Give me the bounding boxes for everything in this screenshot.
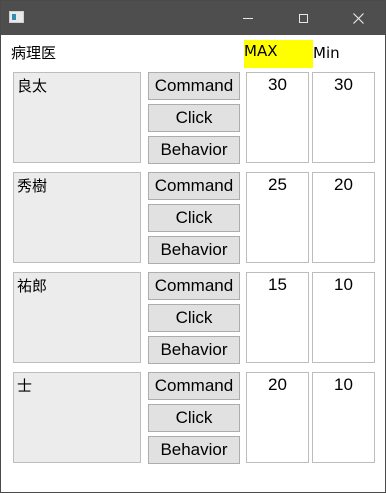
- close-button[interactable]: [335, 1, 381, 35]
- click-button[interactable]: Click: [148, 104, 240, 132]
- maximize-button[interactable]: [280, 1, 326, 35]
- max-value: 30: [246, 72, 309, 163]
- command-button[interactable]: Command: [148, 372, 240, 400]
- doctor-row: 良太 Command Click Behavior 30 30: [1, 72, 386, 172]
- title-bar[interactable]: [1, 1, 385, 35]
- doctor-name: 士: [13, 372, 141, 463]
- max-column-header: MAX: [244, 40, 313, 68]
- command-button[interactable]: Command: [148, 272, 240, 300]
- max-value: 20: [246, 372, 309, 463]
- min-value: 10: [312, 272, 375, 363]
- doctor-name: 良太: [13, 72, 141, 163]
- behavior-button[interactable]: Behavior: [148, 336, 240, 364]
- click-button[interactable]: Click: [148, 304, 240, 332]
- doctor-name: 秀樹: [13, 172, 141, 263]
- doctor-row: 祐郎 Command Click Behavior 15 10: [1, 272, 386, 372]
- doctor-row: 士 Command Click Behavior 20 10: [1, 372, 386, 472]
- maximize-icon: [298, 13, 308, 23]
- doctor-row: 秀樹 Command Click Behavior 25 20: [1, 172, 386, 272]
- command-button[interactable]: Command: [148, 172, 240, 200]
- min-column-header: Min: [313, 44, 340, 62]
- app-icon: [9, 11, 24, 23]
- max-value: 25: [246, 172, 309, 263]
- minimize-icon: [243, 17, 253, 19]
- header-title: 病理医: [11, 44, 57, 62]
- click-button[interactable]: Click: [148, 404, 240, 432]
- min-value: 20: [312, 172, 375, 263]
- behavior-button[interactable]: Behavior: [148, 136, 240, 164]
- command-button[interactable]: Command: [148, 72, 240, 100]
- behavior-button[interactable]: Behavior: [148, 236, 240, 264]
- app-window: 病理医 MAX Min 良太 Command Click Behavior 30…: [0, 0, 386, 493]
- click-button[interactable]: Click: [148, 204, 240, 232]
- min-value: 10: [312, 372, 375, 463]
- min-value: 30: [312, 72, 375, 163]
- minimize-button[interactable]: [225, 1, 271, 35]
- doctor-name: 祐郎: [13, 272, 141, 363]
- behavior-button[interactable]: Behavior: [148, 436, 240, 464]
- close-icon: [352, 12, 364, 24]
- max-value: 15: [246, 272, 309, 363]
